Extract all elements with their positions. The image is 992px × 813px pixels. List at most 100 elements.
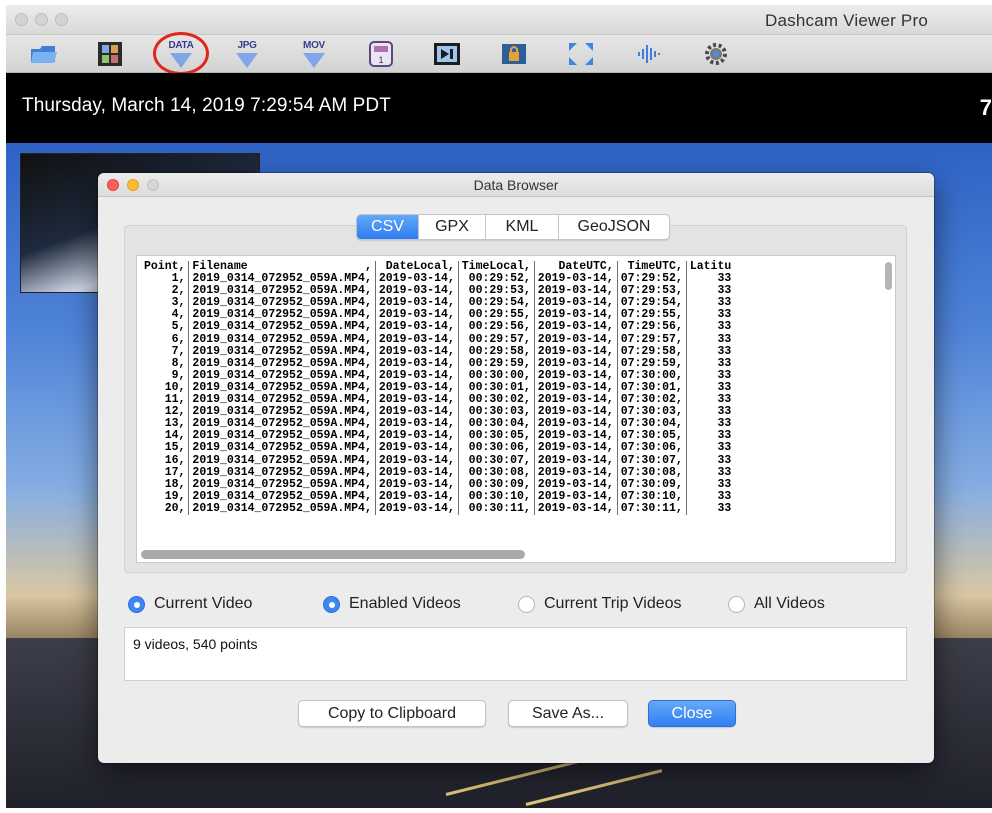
radio-enabled-videos[interactable]: Enabled Videos [323, 595, 461, 613]
col-timeutc-cell: 07:30:07, [617, 454, 687, 467]
down-arrow-icon [236, 52, 258, 68]
settings-button[interactable] [698, 37, 734, 71]
close-button[interactable]: Close [648, 700, 736, 727]
csv-row: 18, 2019_0314_072952_059A.MP4, 2019-03-14,… [141, 477, 734, 491]
radio-current-trip-videos[interactable]: Current Trip Videos [518, 595, 682, 613]
col-dateutc-cell: 2019-03-14, [534, 454, 618, 467]
col-latitude-cell: 33 [717, 477, 732, 491]
radio-enabled-videos-label: Enabled Videos [349, 595, 461, 612]
tab-csv[interactable]: CSV [357, 215, 419, 239]
csv-text-area[interactable]: Point, Filename , DateLocal, TimeLocal, … [136, 255, 896, 563]
radio-unselected-icon [728, 595, 745, 613]
tab-gpx[interactable]: GPX [419, 215, 486, 239]
col-filename-cell: 2019_0314_072952_059A.MP4, [188, 442, 376, 455]
col-timeutc-cell: 07:30:08, [617, 466, 687, 479]
minimize-window-icon[interactable] [35, 13, 48, 26]
col-datelocal-cell: 2019-03-14, [375, 333, 459, 346]
open-folder-button[interactable] [26, 37, 62, 71]
tab-geojson[interactable]: GeoJSON [559, 215, 669, 239]
col-filename-cell: 2019_0314_072952_059A.MP4, [188, 478, 376, 491]
col-dateutc-cell: 2019-03-14, [534, 321, 618, 334]
col-datelocal-cell: 2019-03-14, [375, 478, 459, 491]
next-clip-button[interactable] [429, 37, 465, 71]
save-as-button[interactable]: Save As... [508, 700, 628, 727]
col-point-cell: 17, [141, 466, 190, 479]
tab-kml[interactable]: KML [486, 215, 559, 239]
dialog-title-bar: Data Browser [98, 173, 934, 197]
col-timelocal-cell: 00:29:57, [458, 333, 535, 346]
col-point-cell: 15, [141, 442, 190, 455]
fullscreen-icon [569, 43, 593, 65]
single-frame-button[interactable]: 1 [363, 37, 399, 71]
horizontal-scrollbar[interactable] [141, 550, 525, 559]
title-bar: Dashcam Viewer Pro [6, 5, 992, 35]
csv-body: 1, 2019_0314_072952_059A.MP4, 2019-03-14, 0… [141, 272, 734, 515]
down-arrow-icon [303, 52, 325, 68]
speed-readout: 7 [979, 95, 992, 120]
col-latitude-cell: 33 [717, 441, 732, 455]
fullscreen-button[interactable] [563, 37, 599, 71]
col-point-cell: 5, [141, 321, 190, 334]
col-latitude-cell: 33 [717, 332, 732, 346]
timestamp-bar: Thursday, March 14, 2019 7:29:54 AM PDT … [6, 73, 992, 143]
next-clip-icon [434, 43, 460, 65]
radio-current-trip-videos-label: Current Trip Videos [544, 595, 682, 612]
gear-icon [705, 43, 727, 65]
csv-row: 17, 2019_0314_072952_059A.MP4, 2019-03-14,… [141, 466, 734, 479]
col-point-cell: 16, [141, 454, 190, 467]
col-dateutc-cell: 2019-03-14, [534, 502, 618, 515]
radio-selected-icon [128, 595, 145, 613]
export-jpg-button[interactable]: JPG [229, 37, 265, 71]
col-timelocal-cell: 00:30:07, [458, 454, 535, 467]
csv-row: 5, 2019_0314_072952_059A.MP4, 2019-03-14, 0… [141, 321, 734, 334]
radio-current-video[interactable]: Current Video [128, 595, 252, 613]
close-window-icon[interactable] [15, 13, 28, 26]
copy-to-clipboard-button[interactable]: Copy to Clipboard [298, 700, 486, 727]
col-point-cell: 7, [141, 345, 190, 358]
audio-button[interactable] [630, 37, 666, 71]
col-dateutc-cell: 2019-03-14, [534, 466, 618, 479]
col-point-cell: 20, [141, 502, 190, 515]
film-strip-button[interactable] [92, 37, 128, 71]
export-mov-label: MOV [303, 39, 325, 51]
col-timelocal-cell: 00:30:09, [458, 478, 535, 491]
zoom-window-icon[interactable] [55, 13, 68, 26]
status-box: 9 videos, 540 points [124, 627, 907, 681]
radio-all-videos[interactable]: All Videos [728, 595, 825, 613]
col-dateutc-cell: 2019-03-14, [534, 333, 618, 346]
col-timelocal-cell: 00:30:08, [458, 466, 535, 479]
lock-button[interactable] [496, 37, 532, 71]
film-strip-icon [98, 42, 122, 66]
audio-waveform-icon [638, 45, 660, 63]
col-timeutc-cell: 07:30:09, [617, 478, 687, 491]
col-filename-cell: 2019_0314_072952_059A.MP4, [188, 502, 376, 515]
app-title: Dashcam Viewer Pro [765, 11, 928, 30]
export-mov-button[interactable]: MOV [296, 37, 332, 71]
radio-selected-icon [323, 595, 340, 613]
col-latitude-cell: 33 [717, 453, 732, 467]
col-filename-cell: 2019_0314_072952_059A.MP4, [188, 466, 376, 479]
col-datelocal-cell: 2019-03-14, [375, 345, 459, 358]
col-latitude-cell: 33 [717, 344, 732, 358]
col-filename-cell: 2019_0314_072952_059A.MP4, [188, 454, 376, 467]
frame-counter-icon: 1 [369, 41, 393, 67]
lock-icon [502, 44, 526, 64]
col-point-cell: 6, [141, 333, 190, 346]
csv-row: 7, 2019_0314_072952_059A.MP4, 2019-03-14, 0… [141, 344, 734, 358]
radio-current-video-label: Current Video [154, 595, 253, 612]
col-filename-cell: 2019_0314_072952_059A.MP4, [188, 321, 376, 334]
col-timelocal-cell: 00:30:11, [458, 502, 535, 515]
video-timestamp: Thursday, March 14, 2019 7:29:54 AM PDT [22, 95, 391, 116]
radio-unselected-icon [518, 595, 535, 613]
export-jpg-label: JPG [237, 39, 257, 51]
frame-counter-number: 1 [378, 55, 383, 65]
col-timeutc-cell: 07:29:56, [617, 321, 687, 334]
col-filename-cell: 2019_0314_072952_059A.MP4, [188, 333, 376, 346]
col-timeutc-cell: 07:30:11, [617, 502, 687, 515]
vertical-scrollbar[interactable] [885, 262, 892, 290]
csv-row: 16, 2019_0314_072952_059A.MP4, 2019-03-14,… [141, 453, 734, 467]
col-timeutc-cell: 07:29:58, [617, 345, 687, 358]
csv-row: 20, 2019_0314_072952_059A.MP4, 2019-03-14,… [141, 502, 734, 515]
app-window: Dashcam Viewer Pro DATA JPG MOV 1 Thursd… [6, 5, 992, 808]
col-datelocal-cell: 2019-03-14, [375, 454, 459, 467]
